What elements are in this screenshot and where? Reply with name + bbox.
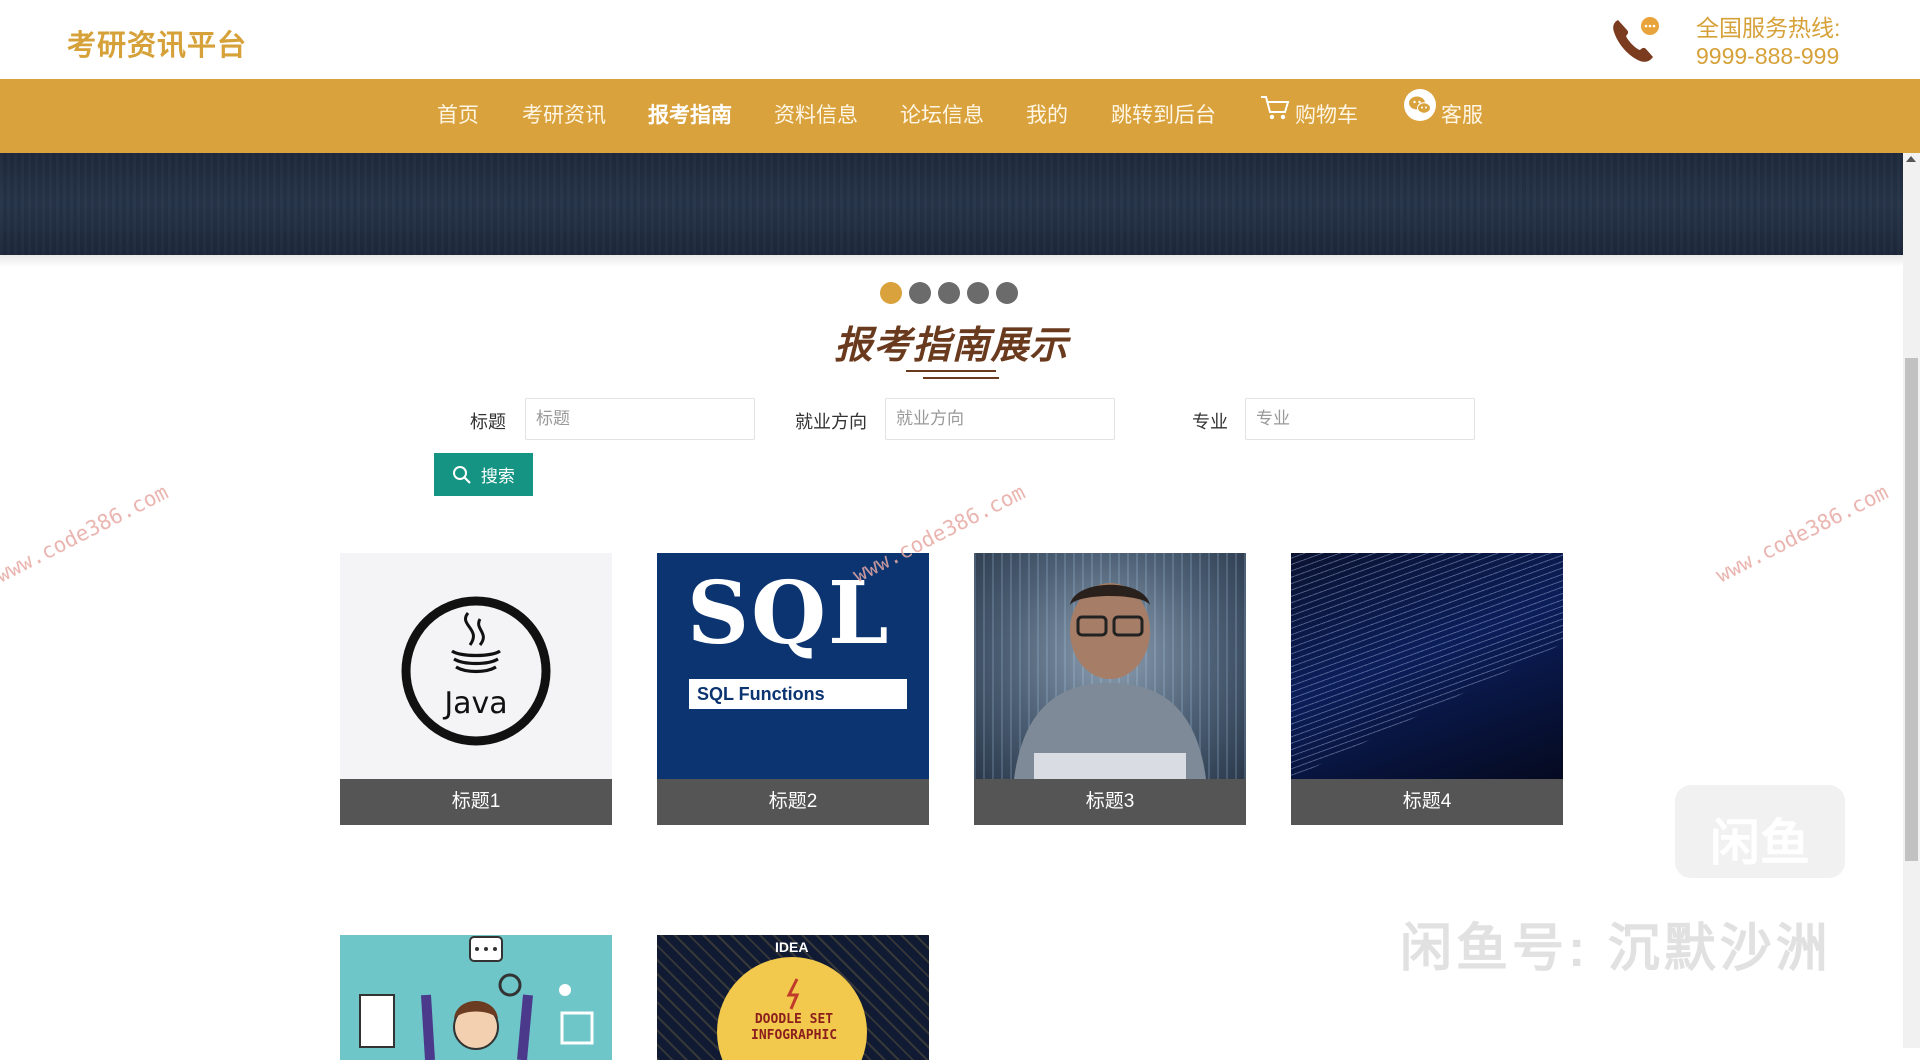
card-image-sql: SQL SQL Functions	[657, 553, 929, 779]
nav-item-guide[interactable]: 报考指南	[648, 79, 732, 153]
wechat-icon	[1403, 79, 1437, 153]
app-watermark: 闲鱼号: 沉默沙洲	[1400, 920, 1832, 978]
svg-text:Java: Java	[442, 686, 507, 721]
xianyu-logo-text: 闲鱼	[1710, 815, 1810, 871]
carousel-dot[interactable]	[996, 282, 1018, 304]
card-image-doodle: IDEA DOODLE SET INFOGRAPHIC	[657, 935, 929, 1060]
card-title: 标题1	[340, 779, 612, 825]
search-button-label: 搜索	[480, 467, 515, 486]
service-label: 客服	[1441, 104, 1483, 127]
scrollbar-thumb[interactable]	[1905, 358, 1918, 861]
main-nav: 首页 考研资讯 报考指南 资料信息 论坛信息 我的 跳转到后台 购物车 客服	[0, 79, 1920, 153]
hotline-label: 全国服务热线:	[1696, 15, 1841, 41]
cart-icon	[1259, 79, 1291, 153]
sql-image-small-text: SQL Functions	[689, 679, 907, 709]
search-icon	[452, 464, 481, 484]
nav-item-service[interactable]: 客服	[1403, 79, 1483, 153]
card-title: 标题2	[657, 779, 929, 825]
xianyu-logo-icon: 闲鱼	[1675, 785, 1845, 878]
nav-item-cart[interactable]: 购物车	[1259, 79, 1358, 153]
cart-label: 购物车	[1295, 104, 1358, 127]
guide-card[interactable]: 标题3	[974, 553, 1246, 825]
phone-icon	[1610, 14, 1664, 66]
nav-item-home[interactable]: 首页	[437, 79, 479, 153]
search-label-title: 标题	[470, 412, 506, 432]
site-watermark: www.code386.com	[1712, 479, 1892, 588]
nav-item-admin[interactable]: 跳转到后台	[1111, 79, 1216, 153]
hotline-number: 9999-888-999	[1696, 43, 1840, 69]
search-label-career: 就业方向	[795, 412, 867, 432]
nav-item-mine[interactable]: 我的	[1026, 79, 1068, 153]
card-image-code	[1291, 553, 1563, 779]
guide-card[interactable]: 标题4	[1291, 553, 1563, 825]
title-underline	[906, 370, 996, 372]
card-title: 标题4	[1291, 779, 1563, 825]
top-header: 考研资讯平台 全国服务热线: 9999-888-999	[0, 0, 1920, 79]
banner-image	[0, 153, 1903, 255]
guide-card[interactable]	[340, 935, 612, 1060]
carousel-dot[interactable]	[880, 282, 902, 304]
guide-card[interactable]: IDEA DOODLE SET INFOGRAPHIC	[657, 935, 929, 1060]
section-title: 报考指南展示	[834, 325, 1069, 367]
carousel-dot[interactable]	[938, 282, 960, 304]
guide-card[interactable]: SQL SQL Functions 标题2	[657, 553, 929, 825]
major-search-input[interactable]	[1245, 398, 1475, 440]
carousel-dot[interactable]	[909, 282, 931, 304]
search-button[interactable]: 搜索	[434, 453, 533, 496]
card-title: 标题3	[974, 779, 1246, 825]
nav-item-materials[interactable]: 资料信息	[774, 79, 858, 153]
scroll-up-arrow-icon[interactable]	[1906, 156, 1916, 162]
title-underline	[923, 377, 999, 379]
carousel-dot[interactable]	[967, 282, 989, 304]
card-image-programmer	[974, 553, 1246, 779]
card-image-java: Java	[340, 553, 612, 779]
nav-item-forum[interactable]: 论坛信息	[900, 79, 984, 153]
site-watermark: www.code386.com	[0, 479, 172, 588]
title-search-input[interactable]	[525, 398, 755, 440]
hotline: 全国服务热线: 9999-888-999	[1696, 14, 1840, 70]
nav-item-news[interactable]: 考研资讯	[522, 79, 606, 153]
guide-card[interactable]: Java 标题1	[340, 553, 612, 825]
card-image-cartoon	[340, 935, 612, 1060]
career-search-input[interactable]	[885, 398, 1115, 440]
site-logo[interactable]: 考研资讯平台	[67, 22, 247, 64]
banner-shadow	[0, 255, 1903, 267]
search-label-major: 专业	[1192, 412, 1228, 432]
